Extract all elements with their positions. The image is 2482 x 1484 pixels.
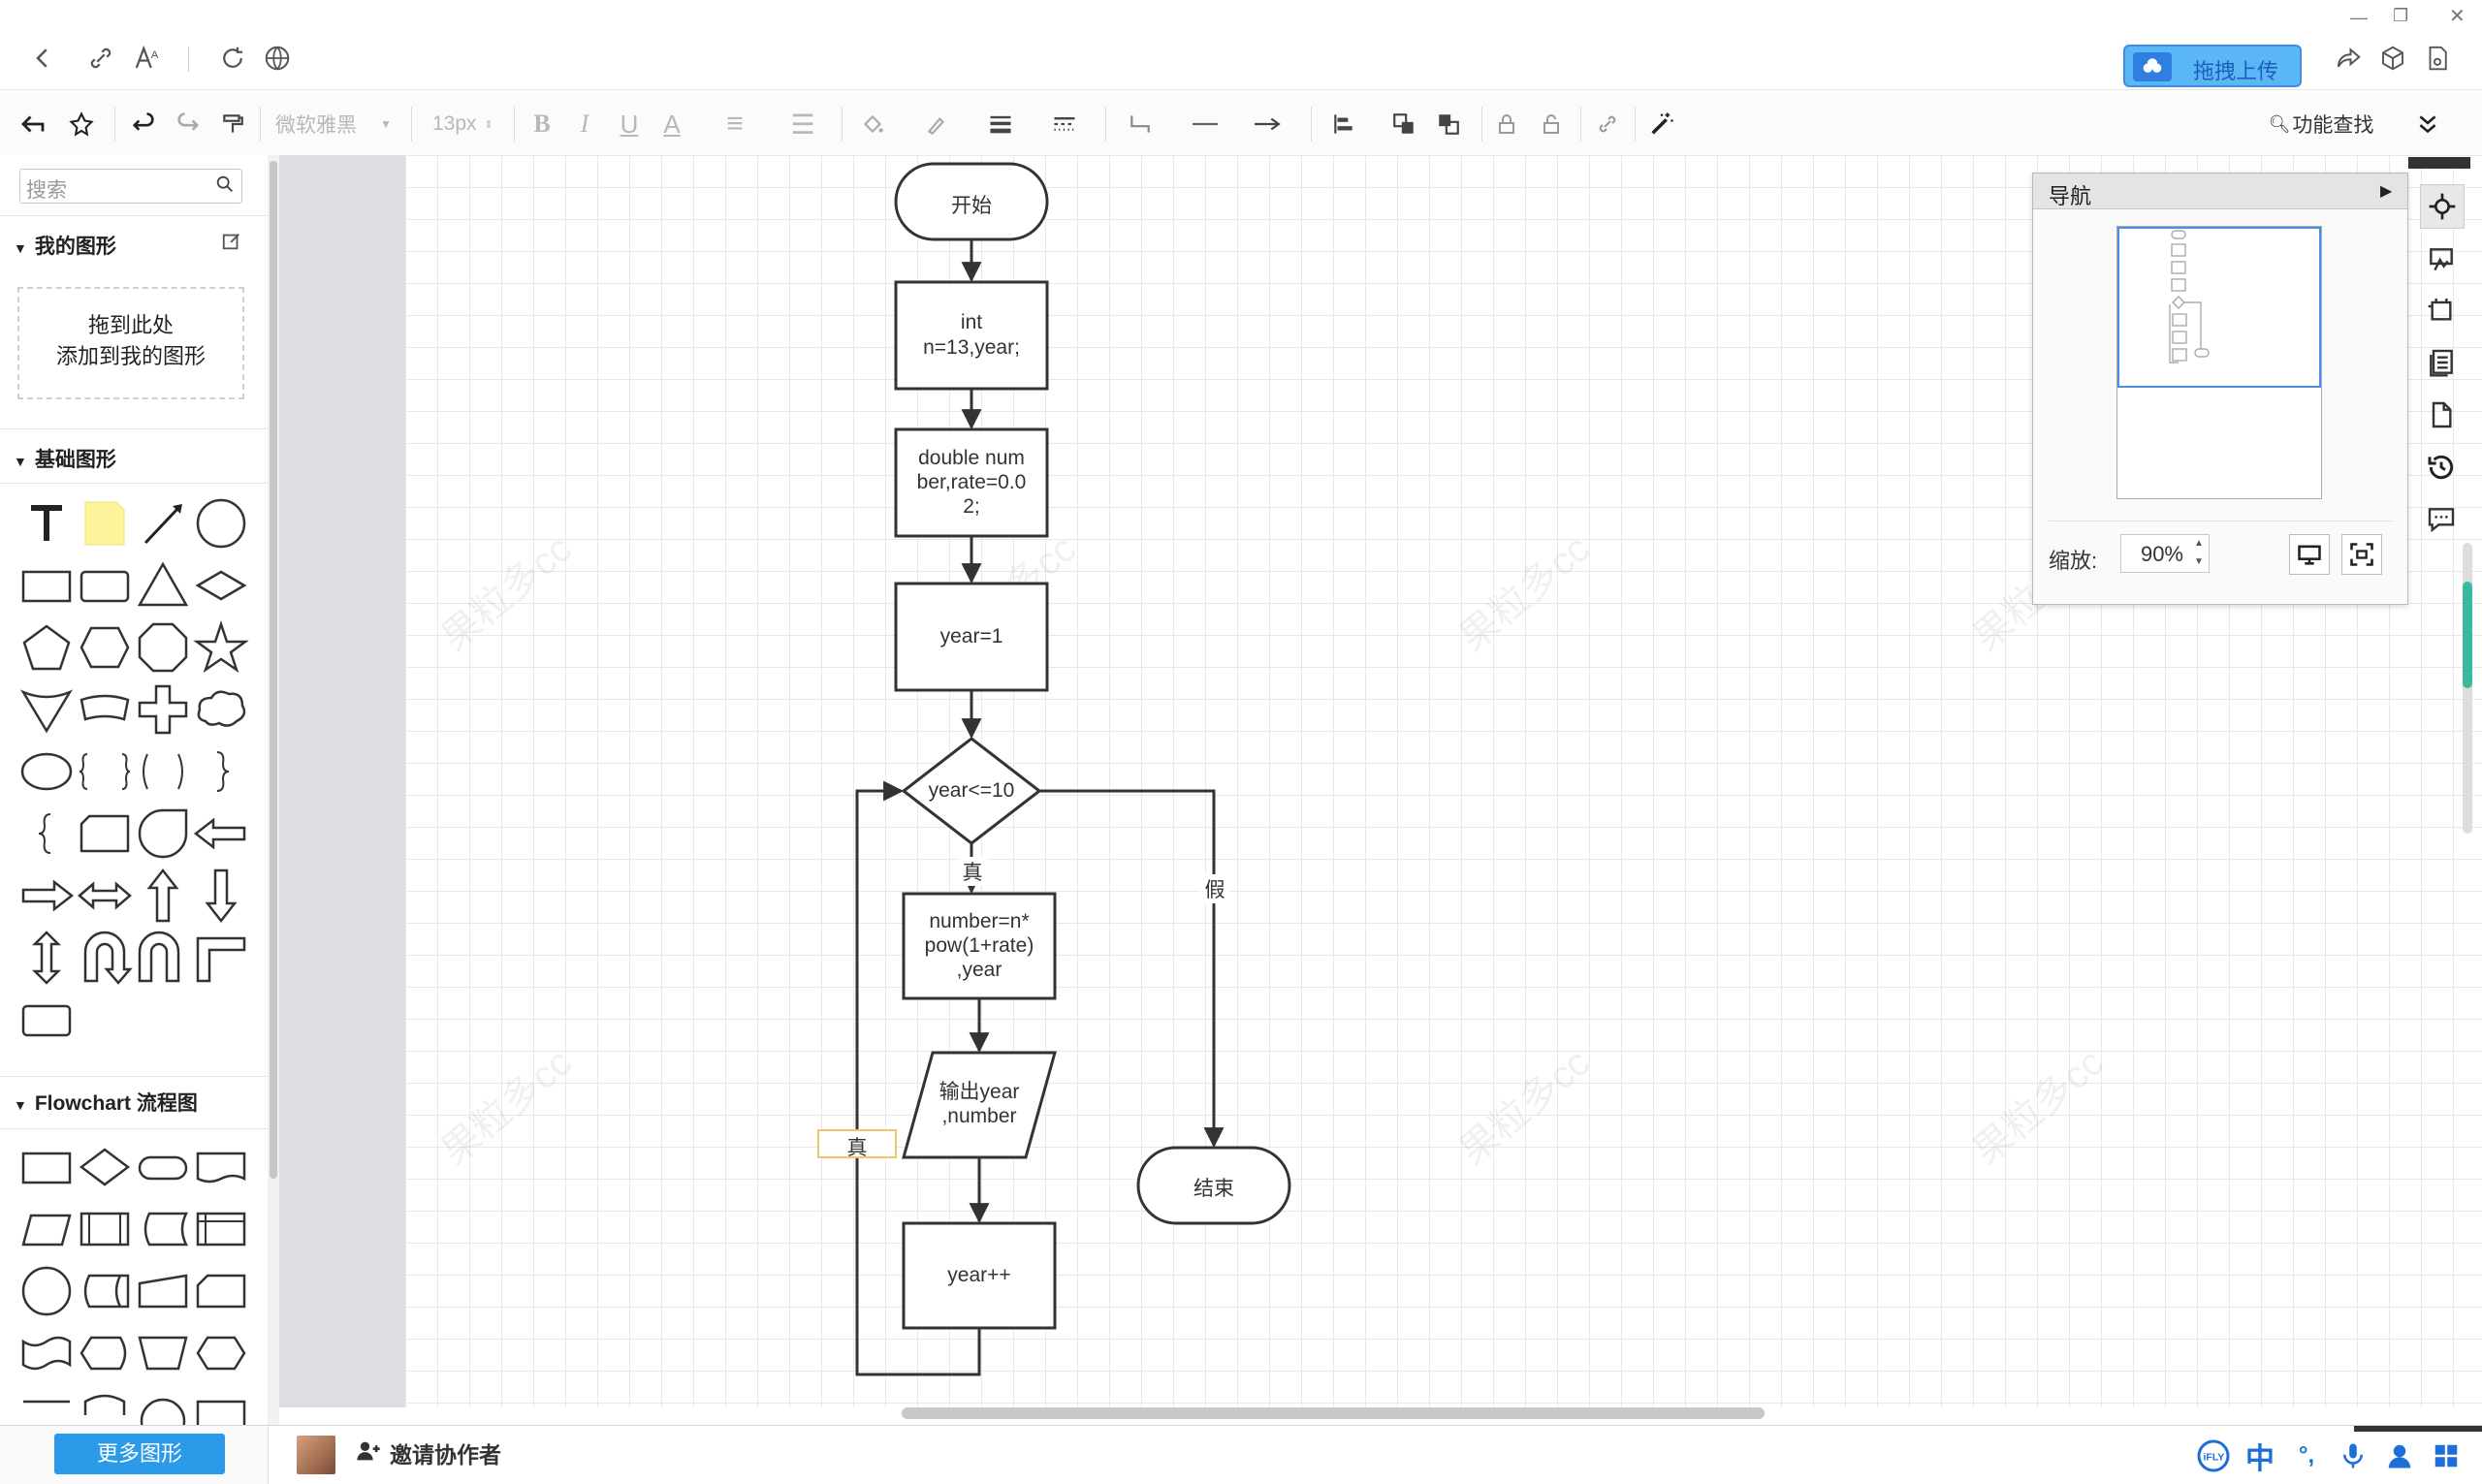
grid-apps-icon[interactable] xyxy=(2428,1437,2465,1474)
history-icon[interactable] xyxy=(2420,446,2463,489)
output-line1: 输出year xyxy=(939,1081,1020,1103)
output-line2: ,number xyxy=(941,1105,1017,1127)
init2-line1: double num xyxy=(918,447,1025,469)
avatar[interactable] xyxy=(297,1436,335,1474)
right-sidebar xyxy=(2406,155,2482,543)
assign-label: year=1 xyxy=(939,625,1003,647)
style-format-icon[interactable] xyxy=(2420,238,2463,281)
calc-label: number=n* pow(1+rate) ,year xyxy=(904,909,1055,982)
minimap[interactable] xyxy=(2116,226,2322,499)
page-icon[interactable] xyxy=(2420,394,2463,436)
condition-label: year<=10 xyxy=(928,779,1015,802)
false-edge[interactable] xyxy=(1039,789,1225,1149)
calc-line2: pow(1+rate) xyxy=(924,934,1034,957)
ifly-logo-icon[interactable]: iFLY xyxy=(2195,1437,2232,1474)
bottom-bar: 更多图形 邀请协作者 iFLY 中 °, xyxy=(0,1425,2482,1484)
microphone-icon[interactable] xyxy=(2335,1437,2371,1474)
canvas-settings-icon[interactable] xyxy=(2420,289,2463,332)
init2-line2: ber,rate=0.0 xyxy=(916,471,1027,493)
ime-toolbar: iFLY 中 °, xyxy=(2195,1434,2476,1478)
zoom-value: 90% xyxy=(2140,542,2183,566)
init2-line3: 2; xyxy=(963,495,980,518)
fit-screen-icon[interactable] xyxy=(2341,534,2382,575)
increment-label: year++ xyxy=(947,1264,1011,1286)
init1-line2: n=13,year; xyxy=(923,336,1020,359)
init1-label: int n=13,year; xyxy=(896,310,1047,361)
minimap-diagram xyxy=(2169,230,2210,363)
true-label: 真 xyxy=(958,857,987,886)
init1-line1: int xyxy=(960,311,983,333)
navigator-header[interactable]: 导航 ▶ xyxy=(2033,174,2407,209)
presentation-icon[interactable] xyxy=(2289,534,2330,575)
ime-chinese-mode[interactable]: 中 xyxy=(2242,1437,2278,1475)
zoom-stepper-icon[interactable]: ▲ ▼ xyxy=(2194,534,2204,571)
loop-label: 真 xyxy=(846,1137,868,1159)
invite-collaborator-button[interactable]: 邀请协作者 xyxy=(355,1436,501,1476)
svg-text:iFLY: iFLY xyxy=(2204,1452,2225,1464)
collapse-arrow-icon[interactable]: ▶ xyxy=(2380,181,2392,201)
vertical-scrollbar[interactable] xyxy=(2463,582,2472,688)
navigator-toggle-icon[interactable] xyxy=(2420,184,2465,229)
navigator-panel: 导航 ▶ 缩放: 90% ▲ ▼ xyxy=(2032,173,2408,605)
sidebar-top-bar xyxy=(2408,157,2470,169)
comment-icon[interactable] xyxy=(2420,498,2463,541)
pages-icon[interactable] xyxy=(2420,341,2463,384)
calc-line1: number=n* xyxy=(929,910,1030,932)
calc-line3: ,year xyxy=(956,959,1002,981)
output-label: 输出year ,number xyxy=(913,1080,1045,1128)
user-icon[interactable] xyxy=(2381,1437,2418,1474)
init2-label: double num ber,rate=0.0 2; xyxy=(896,446,1047,519)
horizontal-scrollbar[interactable] xyxy=(902,1407,1765,1419)
invite-label: 邀请协作者 xyxy=(390,1442,501,1468)
ime-punctuation[interactable]: °, xyxy=(2288,1437,2325,1474)
navigator-title: 导航 xyxy=(2049,184,2092,208)
end-label: 结束 xyxy=(1193,1178,1234,1200)
add-user-icon xyxy=(355,1437,382,1476)
more-shapes-button[interactable]: 更多图形 xyxy=(54,1434,225,1474)
zoom-label: 缩放: xyxy=(2049,549,2098,573)
false-label: 假 xyxy=(1200,874,1229,903)
status-bar-strip xyxy=(2354,1426,2482,1432)
start-label: 开始 xyxy=(951,195,992,217)
